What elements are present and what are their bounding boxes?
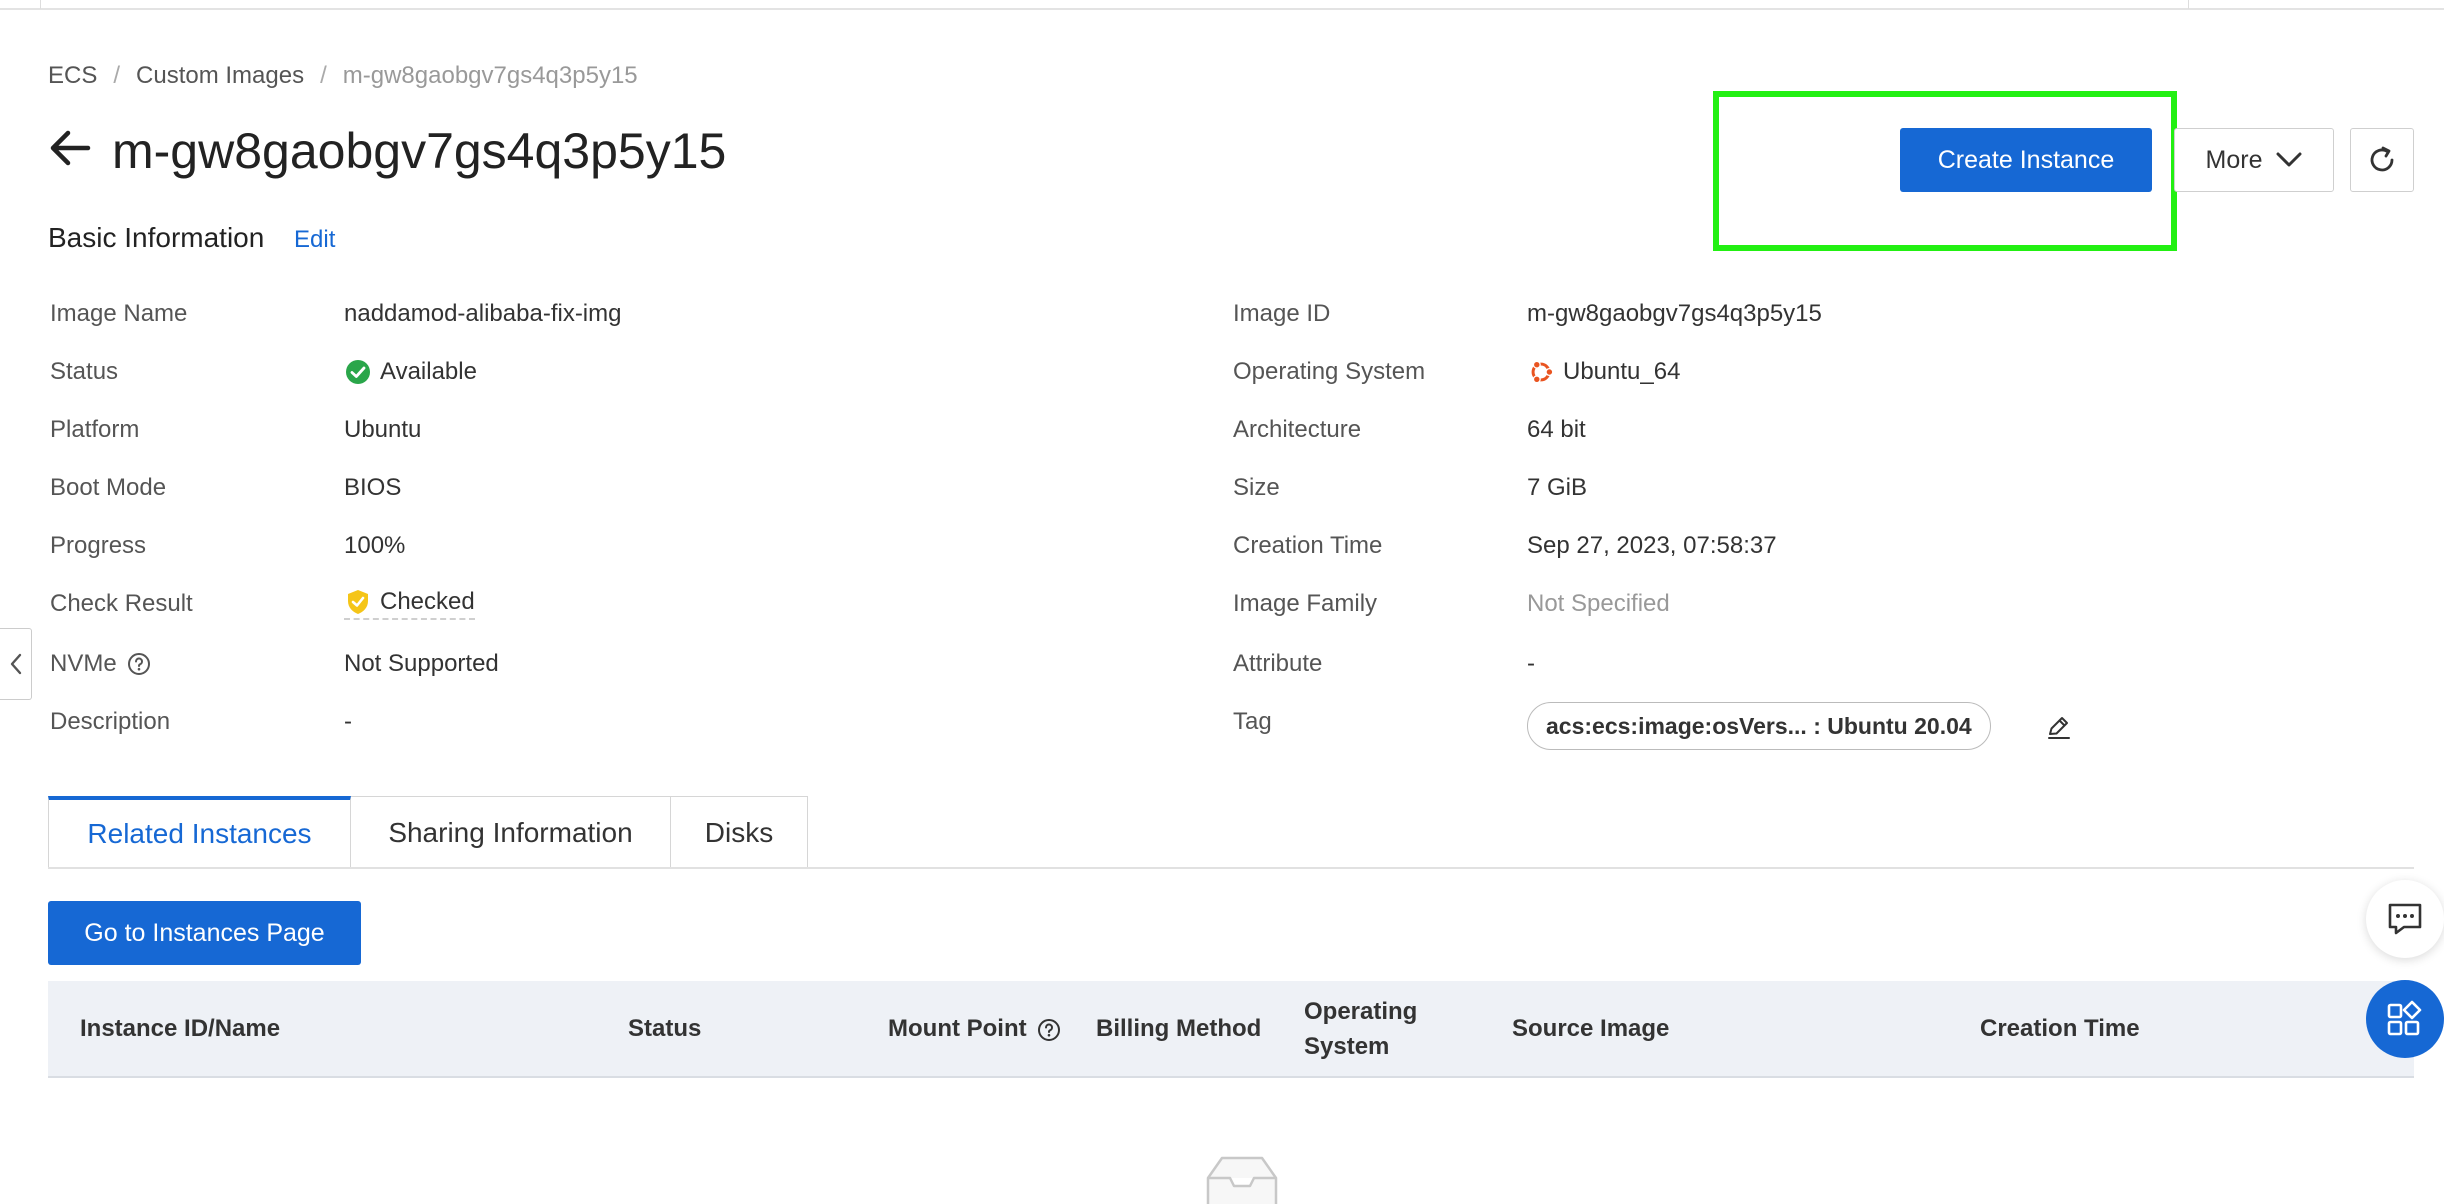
ubuntu-icon bbox=[1527, 358, 1555, 386]
check-circle-icon bbox=[344, 358, 372, 386]
value-attribute: - bbox=[1527, 650, 1535, 677]
go-to-instances-button[interactable]: Go to Instances Page bbox=[48, 901, 361, 965]
pencil-icon[interactable] bbox=[2046, 714, 2072, 740]
column-billing-method: Billing Method bbox=[1096, 1015, 1262, 1043]
value-status: Available bbox=[344, 355, 477, 389]
label-platform: Platform bbox=[50, 416, 140, 443]
value-check-result[interactable]: Checked bbox=[344, 587, 475, 621]
value-check-result-text: Checked bbox=[380, 588, 475, 615]
value-size: 7 GiB bbox=[1527, 474, 1588, 501]
breadcrumb-current: m-gw8gaobgv7gs4q3p5y15 bbox=[342, 62, 638, 89]
value-image-id: m-gw8gaobgv7gs4q3p5y15 bbox=[1527, 300, 1822, 327]
instances-table-header: Instance ID/Name Status Mount Point Bill… bbox=[48, 981, 2414, 1078]
value-progress: 100% bbox=[344, 532, 406, 559]
breadcrumb-ecs[interactable]: ECS bbox=[48, 62, 97, 90]
value-nvme: Not Supported bbox=[344, 650, 499, 677]
column-mount-point: Mount Point bbox=[888, 981, 1061, 1078]
back-arrow-icon[interactable] bbox=[46, 124, 94, 172]
tab-related-instances[interactable]: Related Instances bbox=[48, 796, 351, 868]
tab-disks[interactable]: Disks bbox=[671, 796, 808, 868]
value-operating-system-text: Ubuntu_64 bbox=[1563, 358, 1681, 385]
label-attribute: Attribute bbox=[1233, 650, 1323, 677]
top-bar bbox=[0, 0, 2444, 10]
apps-grid-icon bbox=[2385, 999, 2425, 1039]
check-result-wrapper: Checked bbox=[344, 588, 475, 620]
column-status: Status bbox=[628, 1015, 702, 1043]
value-image-family: Not Specified bbox=[1527, 590, 1670, 617]
label-size: Size bbox=[1233, 474, 1280, 501]
label-operating-system: Operating System bbox=[1233, 358, 1426, 385]
column-mount-point-text: Mount Point bbox=[888, 1015, 1027, 1043]
top-bar-divider bbox=[40, 0, 41, 9]
value-image-name: naddamod-alibaba-fix-img bbox=[344, 300, 622, 327]
value-status-text: Available bbox=[380, 358, 477, 385]
apps-button[interactable] bbox=[2366, 980, 2444, 1058]
shield-check-icon bbox=[344, 588, 372, 616]
label-image-id: Image ID bbox=[1233, 300, 1331, 327]
breadcrumb-custom-images[interactable]: Custom Images bbox=[136, 62, 304, 90]
label-nvme: NVMe bbox=[50, 647, 151, 681]
value-platform: Ubuntu bbox=[344, 416, 422, 443]
breadcrumb-separator: / bbox=[113, 62, 121, 89]
label-status: Status bbox=[50, 358, 119, 385]
column-creation-time: Creation Time bbox=[1980, 1015, 2140, 1043]
label-check-result: Check Result bbox=[50, 590, 193, 617]
feedback-button[interactable] bbox=[2366, 880, 2444, 958]
column-source-image: Source Image bbox=[1512, 1015, 1670, 1043]
edit-link[interactable]: Edit bbox=[294, 226, 335, 254]
value-boot-mode: BIOS bbox=[344, 474, 402, 501]
column-instance-id: Instance ID/Name bbox=[80, 1015, 281, 1043]
help-icon[interactable] bbox=[127, 652, 151, 676]
label-architecture: Architecture bbox=[1233, 416, 1362, 443]
empty-inbox-icon bbox=[1194, 1154, 1290, 1204]
value-creation-time: Sep 27, 2023, 07:58:37 bbox=[1527, 532, 1777, 559]
tab-divider bbox=[48, 867, 2414, 869]
label-description: Description bbox=[50, 708, 171, 735]
breadcrumb-separator: / bbox=[320, 62, 327, 89]
breadcrumb: ECS / Custom Images / m-gw8gaobgv7gs4q3p… bbox=[48, 62, 638, 90]
value-architecture: 64 bit bbox=[1527, 416, 1586, 443]
label-nvme-text: NVMe bbox=[50, 650, 117, 677]
chevron-left-icon bbox=[9, 653, 23, 675]
label-image-name: Image Name bbox=[50, 300, 188, 327]
detail-tabs: Related Instances Sharing Information Di… bbox=[48, 796, 808, 868]
refresh-icon bbox=[2367, 145, 2397, 175]
value-operating-system: Ubuntu_64 bbox=[1527, 355, 1680, 389]
help-icon[interactable] bbox=[1037, 1018, 1061, 1042]
label-boot-mode: Boot Mode bbox=[50, 474, 167, 501]
label-creation-time: Creation Time bbox=[1233, 532, 1383, 559]
more-label: More bbox=[2205, 145, 2263, 174]
value-description: - bbox=[344, 708, 352, 735]
tab-sharing-information[interactable]: Sharing Information bbox=[351, 796, 671, 868]
label-progress: Progress bbox=[50, 532, 147, 559]
more-dropdown-button[interactable]: More bbox=[2174, 128, 2334, 192]
basic-information-title: Basic Information bbox=[48, 222, 265, 253]
chevron-down-icon bbox=[2276, 152, 2302, 168]
tag-pill[interactable]: acs:ecs:image:osVers... : Ubuntu 20.04 bbox=[1527, 702, 1991, 750]
column-operating-system: Operating System bbox=[1304, 997, 1418, 1060]
chat-icon bbox=[2386, 901, 2424, 937]
create-instance-button[interactable]: Create Instance bbox=[1900, 128, 2152, 192]
page-title: m-gw8gaobgv7gs4q3p5y15 bbox=[112, 123, 727, 179]
refresh-button[interactable] bbox=[2350, 128, 2414, 192]
label-image-family: Image Family bbox=[1233, 590, 1378, 617]
top-bar-divider bbox=[2188, 0, 2189, 9]
label-tag: Tag bbox=[1233, 708, 1272, 735]
sidebar-toggle[interactable] bbox=[0, 628, 32, 700]
